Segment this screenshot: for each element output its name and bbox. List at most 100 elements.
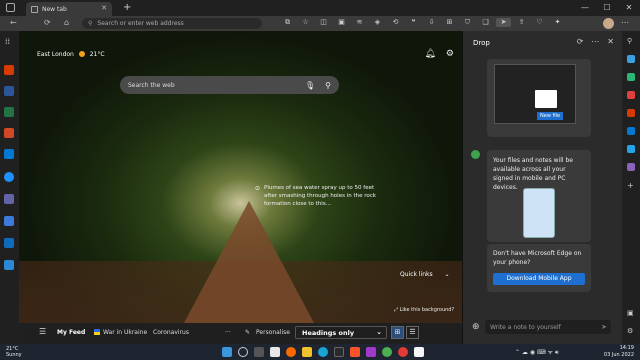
- info-pin-icon[interactable]: ⊙: [255, 185, 260, 192]
- like-background-link[interactable]: ⤢ Like this background?: [394, 307, 454, 313]
- list-layout-icon[interactable]: ☰: [406, 326, 419, 339]
- edge-icon[interactable]: [318, 347, 328, 357]
- start-icon[interactable]: [222, 347, 232, 357]
- opera-icon[interactable]: [398, 347, 408, 357]
- chrome-icon[interactable]: [382, 347, 392, 357]
- taskbar-search-icon[interactable]: [238, 347, 248, 357]
- drop-rail-icon[interactable]: [627, 145, 635, 153]
- more-topics-button[interactable]: ···: [225, 329, 231, 336]
- office-icon[interactable]: [4, 65, 14, 75]
- sync-icon[interactable]: ⟳: [577, 37, 584, 46]
- image-caption[interactable]: Plumes of sea water spray up to 50 feet …: [264, 184, 384, 208]
- downloads-icon[interactable]: ⇩: [424, 18, 439, 27]
- note-input[interactable]: Write a note to yourself ➤: [485, 320, 611, 334]
- back-button[interactable]: ←: [10, 18, 17, 27]
- add-app-icon[interactable]: +: [627, 181, 634, 190]
- brave-icon[interactable]: [350, 347, 360, 357]
- add-file-icon[interactable]: ⊕: [472, 322, 480, 332]
- powerpoint-icon[interactable]: [4, 128, 14, 138]
- todo-icon[interactable]: [4, 216, 14, 226]
- quick-links-toggle[interactable]: Quick links ⌄: [400, 271, 450, 278]
- office-rail-icon[interactable]: [627, 109, 635, 117]
- war-in-ukraine-tab[interactable]: War in Ukraine: [103, 329, 147, 336]
- minimize-button[interactable]: —: [574, 0, 596, 16]
- bookmark-icon[interactable]: ❑: [478, 18, 493, 27]
- games-icon[interactable]: [627, 91, 635, 99]
- edge-rail-icon[interactable]: [627, 163, 635, 171]
- task-view-icon[interactable]: [254, 347, 264, 357]
- taskbar-weather[interactable]: 21°C Sunny: [6, 346, 22, 358]
- toolbar: ← ⟳ ⌂ ⚲ Search or enter web address ⧉ ☆ …: [0, 16, 640, 31]
- close-tab-icon[interactable]: ✕: [101, 4, 107, 12]
- taskbar-date: 03 Jun 2022: [603, 352, 634, 358]
- new-tab-button[interactable]: +: [123, 2, 131, 13]
- drop-screenshot[interactable]: New file: [494, 64, 576, 124]
- outlook-rail-icon[interactable]: [627, 127, 635, 135]
- address-bar[interactable]: ⚲ Search or enter web address: [82, 18, 262, 29]
- excel-icon[interactable]: [4, 107, 14, 117]
- share-icon[interactable]: ⇪: [514, 18, 529, 27]
- search-box[interactable]: Search the web 🎙︎ ⚲: [120, 76, 339, 94]
- more-options-icon[interactable]: ⋯: [591, 37, 599, 46]
- split-screen-icon[interactable]: ◫: [316, 18, 331, 27]
- heart-icon[interactable]: ♡: [532, 18, 547, 27]
- search-icon[interactable]: ⚲: [325, 81, 331, 90]
- profile-avatar[interactable]: [603, 18, 614, 29]
- search-icon[interactable]: ⚲: [627, 37, 632, 45]
- apps-icon[interactable]: ⊞: [442, 18, 457, 27]
- skype-icon[interactable]: [4, 260, 14, 270]
- puzzle-icon[interactable]: ✦: [550, 18, 565, 27]
- drop-icon[interactable]: ➤: [496, 18, 511, 27]
- outlook-icon[interactable]: [4, 149, 14, 159]
- app-grid-icon[interactable]: ⁞⁞: [5, 37, 10, 46]
- my-feed-tab[interactable]: My Feed: [57, 329, 85, 336]
- download-mobile-app-button[interactable]: Download Mobile App: [493, 273, 585, 285]
- headings-select[interactable]: Headings only ⌄: [295, 326, 387, 339]
- personalise-button[interactable]: Personalise: [256, 329, 290, 336]
- quote-icon[interactable]: ❝: [406, 18, 421, 27]
- calendar-icon[interactable]: [4, 238, 14, 248]
- workspaces-icon[interactable]: [6, 3, 15, 12]
- word-icon[interactable]: [4, 86, 14, 96]
- sidebar-layout-icon[interactable]: ▣: [627, 309, 634, 317]
- history-icon[interactable]: ⟲: [388, 18, 403, 27]
- app-purple-icon[interactable]: [366, 347, 376, 357]
- microphone-icon[interactable]: 🎙︎: [305, 81, 315, 90]
- pencil-icon: ✎: [245, 329, 251, 336]
- refresh-button[interactable]: ⟳: [44, 18, 51, 27]
- coronavirus-tab[interactable]: Coronavirus: [153, 329, 189, 336]
- teams-icon[interactable]: [4, 194, 14, 204]
- file-explorer-icon[interactable]: [302, 347, 312, 357]
- grid-layout-icon[interactable]: ⊞: [391, 326, 404, 339]
- settings-icon[interactable]: ⚙: [446, 49, 454, 59]
- tab-new-tab[interactable]: New tab ✕: [26, 2, 112, 16]
- hamburger-menu-icon[interactable]: ☰: [39, 327, 46, 336]
- maximize-button[interactable]: ☐: [596, 0, 618, 16]
- shield-icon[interactable]: ⛉: [460, 18, 475, 27]
- onedrive-icon[interactable]: [4, 172, 14, 182]
- notifications-icon[interactable]: 🔔︎: [424, 49, 435, 59]
- photos-icon[interactable]: [270, 347, 280, 357]
- search-icon: ⚲: [88, 20, 93, 27]
- home-icon[interactable]: ⌂: [64, 18, 69, 27]
- address-placeholder: Search or enter web address: [97, 20, 184, 27]
- extensions-icon[interactable]: ⧉: [280, 18, 295, 27]
- system-tray-icons[interactable]: ⌃ ☁ ◉ ⌨ ᯤ 🔊︎: [515, 348, 559, 357]
- bing-icon[interactable]: [627, 55, 635, 63]
- terminal-icon[interactable]: [334, 347, 344, 357]
- notepad-icon[interactable]: [414, 347, 424, 357]
- send-icon[interactable]: ➤: [601, 323, 607, 331]
- favorites-icon[interactable]: ☆: [298, 18, 313, 27]
- drop-assistant-avatar: [471, 150, 480, 159]
- tools-icon[interactable]: [627, 73, 635, 81]
- close-pane-icon[interactable]: ✕: [607, 37, 614, 46]
- weather-widget[interactable]: East London 21°C: [37, 51, 105, 58]
- more-menu-icon[interactable]: ⋯: [621, 18, 629, 27]
- wifi-icon[interactable]: ≋: [352, 18, 367, 27]
- gamepad-icon[interactable]: ◈: [370, 18, 385, 27]
- settings-icon[interactable]: ⚙: [627, 327, 633, 335]
- collections-icon[interactable]: ▣: [334, 18, 349, 27]
- firefox-icon[interactable]: [286, 347, 296, 357]
- taskbar-clock[interactable]: 14:19 03 Jun 2022: [594, 345, 634, 359]
- close-window-button[interactable]: ✕: [618, 0, 640, 16]
